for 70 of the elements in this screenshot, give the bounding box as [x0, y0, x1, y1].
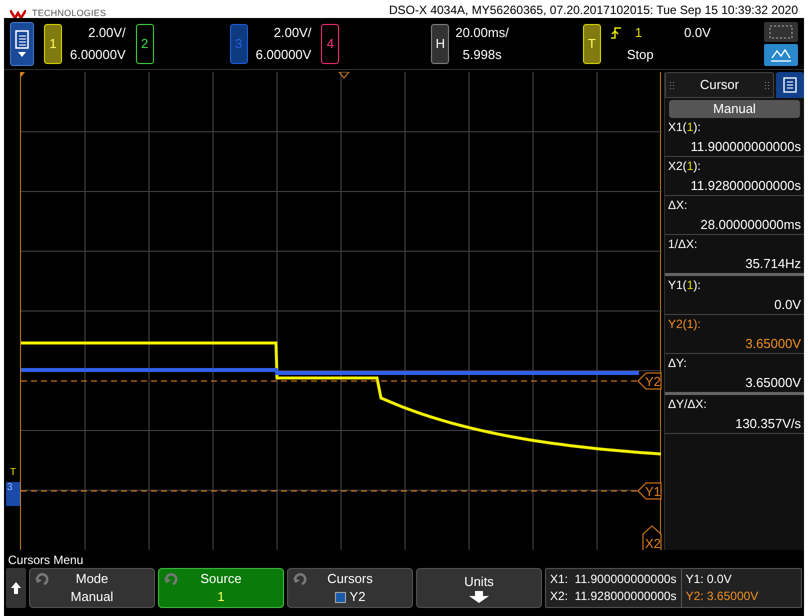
- softkey-button[interactable]: Cursors Y2: [287, 568, 413, 608]
- cursor-label[interactable]: X2: [642, 525, 662, 550]
- channel-button[interactable]: 2: [136, 24, 154, 64]
- caret-icon: [18, 52, 26, 57]
- horizontal-button[interactable]: H: [431, 24, 450, 64]
- knob-icon: [163, 572, 179, 586]
- channel-scale: 2.00V/: [274, 24, 312, 42]
- panel-title: Cursor: [700, 76, 739, 94]
- softkey-button[interactable]: Source 1: [158, 568, 284, 608]
- checkbox-icon: [334, 592, 346, 602]
- rising-edge-icon: [610, 26, 621, 38]
- cursor-label: Y1(1):: [668, 277, 702, 294]
- softkey-button[interactable]: Units: [416, 568, 542, 608]
- cursor-value: 11.928000000000s: [690, 177, 801, 195]
- readout-text: Y1: 0.0V: [686, 571, 733, 588]
- knob-icon: [34, 572, 50, 586]
- trigger-button[interactable]: T: [582, 24, 601, 64]
- cursor-label: Y2(1):: [668, 316, 702, 333]
- cursor-label: ΔX:: [668, 197, 688, 214]
- knob-icon: [292, 572, 308, 586]
- time-delay: 5.998s: [462, 46, 502, 64]
- channel-offset: 6.00000V: [70, 46, 126, 64]
- channel-button[interactable]: 4: [321, 24, 340, 64]
- cursor-value: 3.65000V: [744, 335, 801, 353]
- menu-title: Cursors Menu: [7, 552, 84, 568]
- brand-text: TECHNOLOGIES: [32, 8, 106, 18]
- trigger-level-marker: T: [10, 468, 16, 478]
- cursor-value: 130.357V/s: [734, 415, 801, 433]
- cursor-label: ΔY/ΔX:: [668, 396, 708, 413]
- trigger-level: 0.0V: [684, 24, 711, 42]
- acquisition-state: Stop: [626, 46, 655, 64]
- menu-icon: [783, 77, 797, 93]
- channel-offset: 6.00000V: [256, 46, 312, 64]
- main-menu-button[interactable]: [10, 22, 34, 66]
- trigger-source: 1: [634, 24, 642, 42]
- cursor-value: 11.900000000000s: [690, 138, 801, 156]
- readout-text: X1: 11.900000000000s: [550, 571, 677, 588]
- back-button[interactable]: [6, 568, 26, 608]
- panel-menu-button[interactable]: [776, 72, 804, 98]
- cursor-value: 3.65000V: [744, 374, 801, 392]
- cursor-line[interactable]: [21, 380, 638, 382]
- time-scale: 20.00ms/: [455, 24, 509, 42]
- document-icon: [14, 30, 30, 50]
- channel-scale: 2.00V/: [88, 24, 126, 42]
- cursor-line[interactable]: [21, 490, 638, 492]
- instrument-title: DSO-X 4034A, MY56260365, 07.20.2017102015: Tue Sep 15 10:39:32 2020: [389, 3, 798, 18]
- readout-text: X2: 11.928000000000s: [550, 588, 677, 605]
- mode-button[interactable]: Manual: [669, 100, 800, 118]
- waveform-icon: [770, 48, 792, 62]
- time-reference-marker: [21, 72, 25, 77]
- cursor-value: 35.714Hz: [744, 255, 801, 273]
- trigger-position-marker: [338, 72, 350, 79]
- readout-text: Y2: 3.65000V: [686, 588, 758, 605]
- channel-button[interactable]: 1: [44, 24, 62, 64]
- cursor-label: X1(1):: [668, 119, 702, 136]
- cursor-label[interactable]: Y1: [637, 482, 662, 500]
- cursor-label: ΔY:: [668, 355, 688, 372]
- cursor-label: 1/ΔX:: [668, 236, 698, 253]
- up-arrow-icon: [11, 582, 21, 594]
- autoscale-button[interactable]: [764, 44, 798, 66]
- panel-tab[interactable]: Cursor: [665, 72, 774, 98]
- cursor-label: X2(1):: [668, 158, 702, 175]
- down-arrow-icon: [469, 591, 489, 603]
- cursor-label[interactable]: Y2: [637, 372, 662, 390]
- softkey-button[interactable]: Mode Manual: [29, 568, 155, 608]
- cursor-value: 28.000000000ms: [700, 216, 801, 234]
- ground-marker: 3: [6, 482, 20, 506]
- zoom-button[interactable]: [764, 22, 798, 42]
- cursor-value: 0.0V: [773, 296, 801, 314]
- logo-icon: [10, 10, 26, 18]
